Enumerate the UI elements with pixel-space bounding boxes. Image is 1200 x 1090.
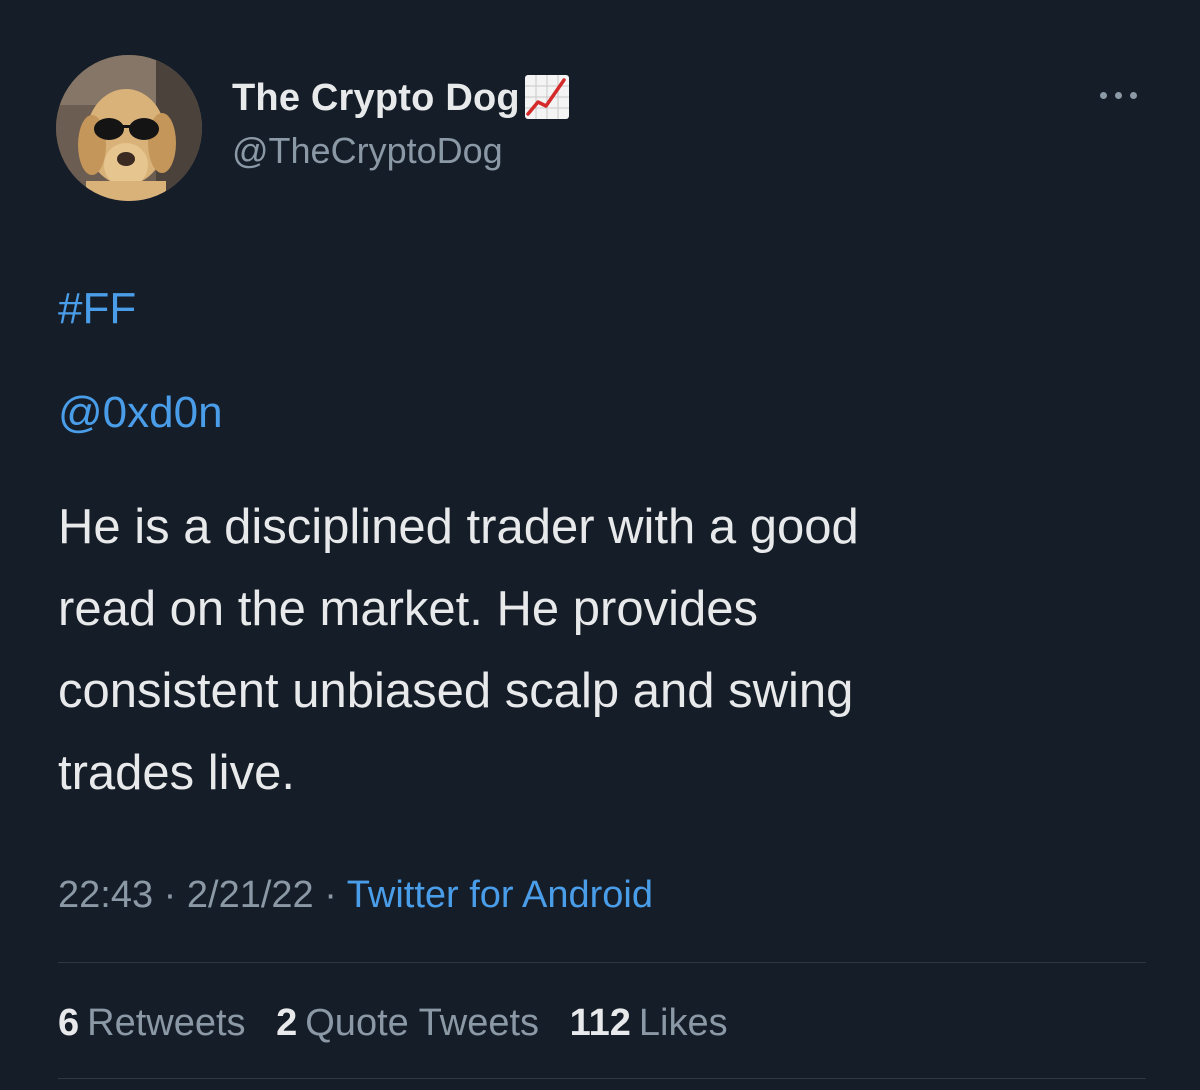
- separator: ·: [324, 874, 337, 916]
- tweet-body: He is a disciplined trader with a good r…: [58, 486, 1148, 814]
- tweet-stats: 6 Retweets 2 Quote Tweets 112 Likes: [58, 1002, 748, 1045]
- divider: [58, 1078, 1146, 1079]
- tweet-body-line: consistent unbiased scalp and swing: [58, 664, 854, 718]
- tweet-source-link[interactable]: Twitter for Android: [347, 874, 653, 916]
- retweets-label: Retweets: [87, 1002, 246, 1044]
- author-display-name[interactable]: The Crypto Dog: [232, 77, 520, 120]
- hashtag-link[interactable]: #FF: [58, 284, 136, 334]
- quote-tweets-label: Quote Tweets: [305, 1002, 540, 1044]
- avatar[interactable]: [56, 55, 202, 201]
- tweet-time[interactable]: 22:43: [58, 874, 153, 916]
- likes-count: 112: [569, 1002, 631, 1044]
- chart-increasing-icon: [524, 74, 570, 120]
- likes-stat[interactable]: 112 Likes: [570, 1002, 728, 1044]
- retweets-stat[interactable]: 6 Retweets: [58, 1002, 246, 1044]
- tweet-body-line: read on the market. He provides: [58, 582, 758, 636]
- mention-link[interactable]: @0xd0n: [58, 388, 223, 438]
- author-name-row[interactable]: The Crypto Dog: [232, 74, 570, 120]
- tweet-date[interactable]: 2/21/22: [187, 874, 314, 916]
- quote-tweets-count: 2: [276, 1002, 298, 1044]
- retweets-count: 6: [58, 1002, 80, 1044]
- more-options-icon[interactable]: [1098, 84, 1142, 108]
- tweet-card: The Crypto Dog @TheCryptoDog #FF @0xd0n …: [0, 0, 1200, 1090]
- quote-tweets-stat[interactable]: 2 Quote Tweets: [276, 1002, 539, 1044]
- tweet-body-line: He is a disciplined trader with a good: [58, 500, 859, 554]
- tweet-body-line: trades live.: [58, 746, 295, 800]
- likes-label: Likes: [638, 1002, 728, 1044]
- author-handle[interactable]: @TheCryptoDog: [232, 130, 503, 172]
- separator: ·: [163, 874, 177, 916]
- tweet-metadata: 22:43 · 2/21/22 · Twitter for Android: [58, 874, 653, 917]
- divider: [58, 962, 1146, 963]
